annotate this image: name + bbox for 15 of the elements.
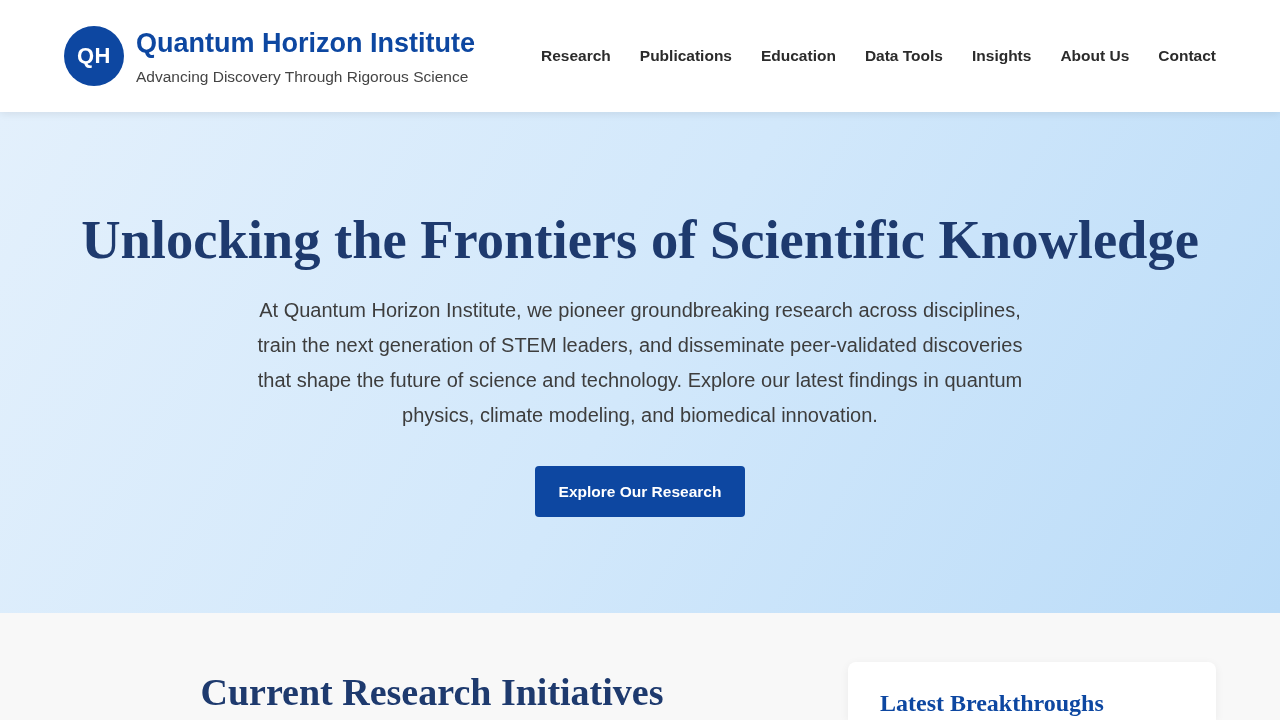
card-heading: Latest Breakthroughs [880, 689, 1105, 717]
nav-link[interactable]: Education [760, 47, 836, 65]
nav-link[interactable]: About Us [1060, 47, 1130, 65]
site-tagline: Advancing Discovery Through Rigorous Science [136, 67, 470, 87]
section-heading: Current Research Initiatives [200, 670, 664, 715]
nav-link[interactable]: Contact [1158, 47, 1216, 65]
site-title[interactable]: Quantum Horizon Institute [136, 27, 475, 59]
explore-button[interactable]: Explore Our Research [534, 466, 746, 517]
nav-link[interactable]: Insights [972, 47, 1032, 65]
hero-paragraph: At Quantum Horizon Institute, we pioneer groundbreaking research across disciplines, train the next generation of STEM leaders, and disseminate peer-validated discoveries that shape the future of science and technology. Explore our latest findings in quantum physics, climate modeling, and biomedical innovation. [256, 298, 1024, 428]
nav-link[interactable]: Publications [639, 47, 732, 65]
hero-heading: Unlocking the Frontiers of Scientific Knowledge [81, 208, 1199, 272]
nav-link[interactable]: Data Tools [864, 47, 943, 65]
nav-link[interactable]: Research [541, 47, 611, 65]
logo[interactable]: QH [64, 26, 124, 86]
